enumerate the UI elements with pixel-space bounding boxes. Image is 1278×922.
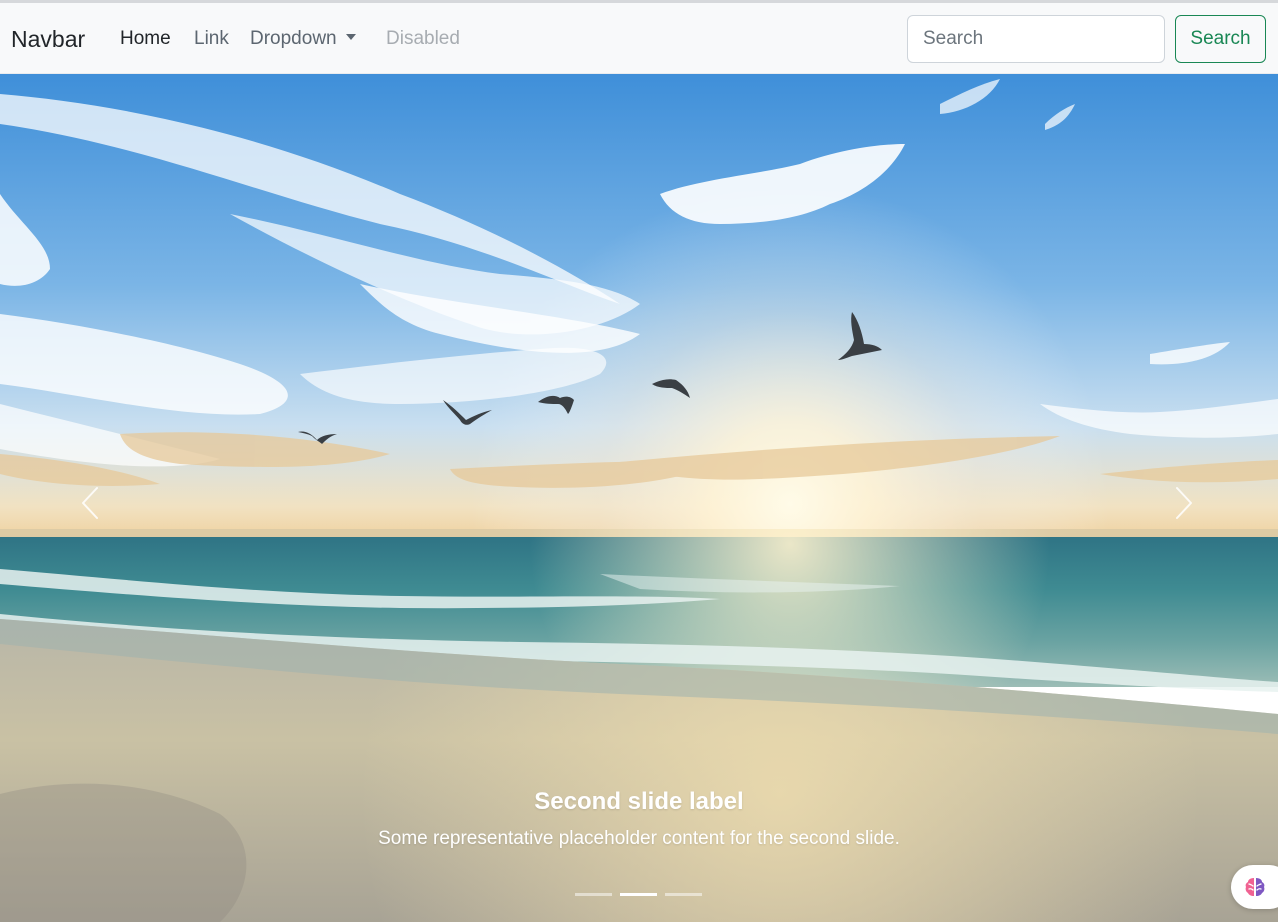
indicator-slide-3[interactable]	[665, 893, 702, 896]
navbar: Navbar Home Link Dropdown Disabled Searc…	[0, 3, 1278, 74]
carousel-next-button[interactable]	[1154, 452, 1214, 552]
carousel-indicators	[575, 893, 705, 897]
caret-down-icon	[345, 34, 356, 41]
nav-dropdown-toggle[interactable]: Dropdown	[250, 27, 356, 51]
chevron-right-icon	[1176, 487, 1192, 519]
caption-title: Second slide label	[534, 788, 744, 815]
carousel: Second slide label Some representative p…	[0, 74, 1278, 922]
search-input[interactable]	[907, 15, 1165, 63]
assistant-widget-button[interactable]	[1231, 865, 1278, 909]
indicator-slide-1[interactable]	[575, 893, 612, 896]
navbar-brand[interactable]: Navbar	[11, 25, 85, 53]
search-button[interactable]: Search	[1175, 15, 1266, 63]
nav-link-disabled: Disabled	[386, 28, 460, 49]
carousel-caption: Second slide label Some representative p…	[200, 787, 1078, 852]
chevron-left-icon	[82, 487, 98, 519]
brain-icon	[1245, 878, 1265, 896]
nav-link-link[interactable]: Link	[194, 27, 229, 51]
nav-link-home[interactable]: Home	[120, 27, 171, 51]
nav-dropdown-label: Dropdown	[250, 28, 337, 49]
carousel-prev-button[interactable]	[60, 452, 120, 552]
caption-text: Some representative placeholder content …	[378, 828, 900, 849]
indicator-slide-2[interactable]	[620, 893, 657, 896]
